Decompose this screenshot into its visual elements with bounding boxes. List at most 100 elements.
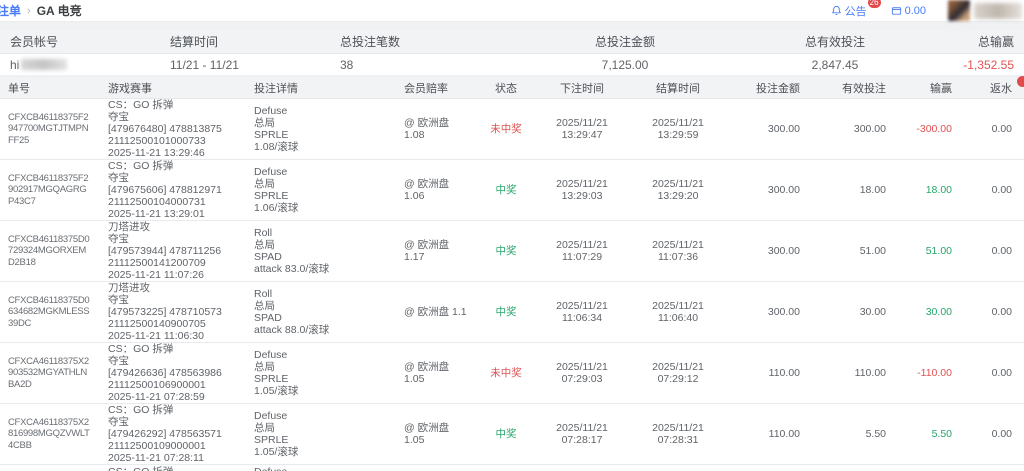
summary-header-4: 总有效投注	[804, 35, 865, 49]
table-row: CFXCA46118375X2816998MGQZVWLT4CBB CS：GO …	[0, 404, 1024, 465]
announcement-button[interactable]: 公告 26	[831, 0, 881, 19]
cell-order-no: CFXCB46118375D0729324MGORXEMD2B18	[8, 233, 90, 268]
bet-header-4: 状态	[495, 83, 517, 95]
cell-settle-time: 2025/11/21 11:06:40	[652, 300, 704, 324]
cell-game-event: 刀塔进攻 夺宝 [479573944] 478711256 2111250014120…	[108, 221, 222, 281]
table-row: CFXCB46118375F2902917MGQAGRGP43C7 CS：GO …	[0, 160, 1024, 221]
announcement-label: 公告	[844, 5, 867, 18]
bet-header-3: 会员赔率	[404, 83, 448, 95]
cell-bet-time	[534, 465, 630, 466]
cell-status: 中奖	[495, 306, 517, 318]
summary-header-2: 总投注笔数	[340, 35, 401, 49]
cell-order-no	[0, 465, 100, 466]
cell-settle-time: 2025/11/21 07:28:31	[652, 422, 704, 446]
summary-data-row: hi 11/21 - 11/21 38 7,125.00 2,847.45 -1…	[0, 54, 1024, 75]
table-row: CFXCA46118375X2903532MGYATHLNBA2D CS：GO …	[0, 343, 1024, 404]
cell-bet-detail: Roll 总局 SPAD attack 88.0/滚球	[254, 288, 330, 336]
cell-member-odds: @ 欧洲盘 1.08	[404, 117, 450, 141]
cell-game-event: CS：GO 拆弹 夺宝 [479426636] 478563986 211125001…	[108, 343, 222, 403]
summary-member-account: hi	[0, 58, 160, 72]
bet-header-2: 投注详情	[254, 83, 298, 95]
cell-settle-time	[630, 465, 726, 466]
cell-bet-detail: Defuse 总局 SPRLE 1.08/滚球	[254, 105, 299, 153]
cell-rebate: 0.00	[991, 123, 1012, 135]
summary-header-5: 总输赢	[977, 35, 1014, 49]
cell-valid-bet: 30.00	[859, 306, 886, 318]
table-row: CFXCB46118375D0729324MGORXEMD2B18 刀塔进攻 夺宝…	[0, 221, 1024, 282]
cell-settle-time: 2025/11/21 11:07:36	[652, 239, 704, 263]
cell-game-event: 刀塔进攻 夺宝 [479573225] 478710573 2111250014090…	[108, 282, 222, 342]
cell-winloss: 51.00	[925, 245, 952, 257]
breadcrumb-link-orders[interactable]: 注单	[0, 2, 21, 19]
cell-bet-amount: 300.00	[767, 123, 800, 135]
cell-member-odds: @ 欧洲盘 1.06	[404, 178, 450, 202]
bet-table-header-row: 单号 游戏赛事 投注详情 会员赔率 状态 下注时间 结算时间 投注金额 有效投注 输赢 返水	[0, 78, 1024, 99]
balance-button[interactable]: 0.00	[891, 5, 926, 17]
balance-value: 0.00	[904, 4, 926, 17]
cell-bet-detail: Defuse 总局 SPRLE 1.06/滚球	[254, 166, 299, 214]
cell-winloss: -110.00	[917, 367, 952, 379]
breadcrumb: 注单 › GA 电竞	[0, 2, 82, 19]
cell-order-no: CFXCB46118375F2947700MGTJTMPNFF25	[8, 111, 89, 146]
cell-valid-bet: 110.00	[854, 367, 886, 379]
cell-valid-bet: 51.00	[859, 245, 886, 257]
summary-total-winloss: -1,352.55	[963, 57, 1014, 72]
bet-header-9: 输赢	[930, 83, 952, 95]
cell-rebate: 0.00	[991, 245, 1012, 257]
cell-settle-time: 2025/11/21 07:29:12	[652, 361, 704, 385]
cell-winloss: 5.50	[931, 428, 952, 440]
cell-status: 中奖	[495, 184, 517, 196]
announcement-badge: 26	[867, 0, 881, 8]
cell-order-no: CFXCB46118375D0634682MGKMLESS39DC	[8, 294, 90, 329]
summary-table: 会员帐号 结算时间 总投注笔数 总投注金额 总有效投注 总输赢 hi 11/21 - 11…	[0, 30, 1024, 75]
summary-header-3: 总投注金额	[594, 35, 655, 49]
cell-winloss	[898, 465, 964, 466]
floating-notification-dot[interactable]	[1017, 76, 1024, 87]
summary-total-bets: 38	[340, 57, 354, 72]
wallet-icon	[891, 7, 901, 15]
summary-header-0: 会员帐号	[10, 35, 59, 49]
summary-total-amount: 7,125.00	[601, 57, 649, 72]
cell-member-odds: @ 欧洲盘 1.1	[404, 306, 467, 318]
cell-bet-amount: 300.00	[767, 184, 800, 196]
cell-valid-bet	[812, 465, 898, 466]
cell-status	[478, 465, 534, 466]
cell-bet-amount: 300.00	[767, 245, 800, 257]
topbar: 注单 › GA 电竞 公告 26 0.00	[0, 0, 1024, 22]
cell-member-odds: @ 欧洲盘 1.05	[404, 422, 450, 446]
summary-settle-time: 11/21 - 11/21	[170, 57, 239, 72]
cell-game-event: CS：GO 拆弹 夺宝 [479675606] 478812971 211125001…	[108, 160, 222, 220]
bet-header-8: 有效投注	[842, 83, 886, 95]
cell-status: 未中奖	[490, 123, 522, 135]
cell-member-odds: @ 欧洲盘 1.17	[404, 239, 450, 263]
cell-member-odds: @ 欧洲盘 1.05	[404, 361, 450, 385]
cell-bet-time: 2025/11/21 07:28:17	[556, 422, 608, 446]
cell-bet-amount: 300.00	[767, 306, 800, 318]
bet-table: 单号 游戏赛事 投注详情 会员赔率 状态 下注时间 结算时间 投注金额 有效投注 输赢 返水 CFX…	[0, 78, 1024, 471]
bet-header-6: 结算时间	[656, 83, 700, 95]
cell-valid-bet: 18.00	[859, 184, 886, 196]
bet-header-0: 单号	[8, 83, 30, 95]
bell-icon	[831, 5, 841, 16]
redacted-account-text	[21, 58, 68, 70]
cell-valid-bet: 5.50	[865, 428, 886, 440]
cell-rebate: 0.00	[991, 306, 1012, 318]
summary-header-1: 结算时间	[170, 35, 219, 49]
cell-rebate: 0.00	[991, 367, 1012, 379]
user-menu[interactable]	[948, 0, 1022, 21]
bet-header-5: 下注时间	[560, 83, 604, 95]
cell-game-event: CS：GO 拆弹 夺宝 [479676480] 478813875 211125001…	[108, 99, 222, 159]
cell-rebate	[964, 465, 1024, 466]
cell-bet-time: 2025/11/21 13:29:47	[556, 117, 608, 141]
summary-header-row: 会员帐号 结算时间 总投注笔数 总投注金额 总有效投注 总输赢	[0, 30, 1024, 54]
cell-order-no: CFXCA46118375X2903532MGYATHLNBA2D	[8, 355, 89, 390]
breadcrumb-current: GA 电竞	[36, 4, 82, 18]
cell-bet-time: 2025/11/21 11:06:34	[556, 300, 608, 324]
breadcrumb-separator-icon: ›	[27, 4, 31, 17]
summary-total-valid: 2,847.45	[811, 57, 859, 72]
cell-status: 中奖	[495, 428, 517, 440]
cell-settle-time: 2025/11/21 13:29:20	[652, 178, 704, 202]
cell-winloss: -300.00	[916, 123, 952, 135]
cell-order-no: CFXCB46118375F2902917MGQAGRGP43C7	[8, 172, 89, 207]
cell-bet-detail: Defuse 总局 SPRLE 1.05/滚球	[254, 349, 299, 397]
